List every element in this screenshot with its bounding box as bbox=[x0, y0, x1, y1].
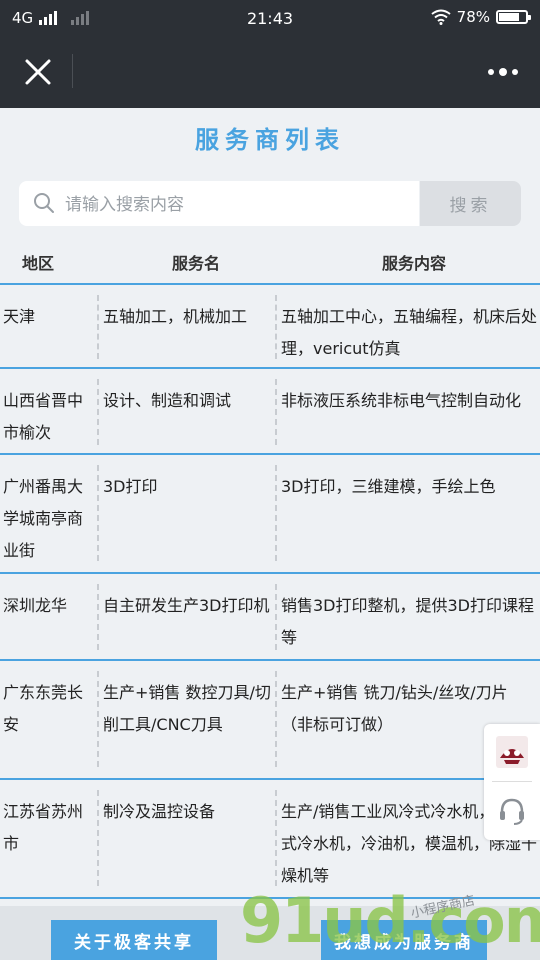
search-button[interactable]: 搜索 bbox=[420, 181, 521, 226]
table-row[interactable]: 广州番禺大学城南亭商业街 3D打印 3D打印，三维建模，手绘上色 bbox=[0, 455, 540, 574]
nav-bar bbox=[0, 36, 540, 108]
battery-icon bbox=[496, 10, 531, 24]
row-region: 广州番禺大学城南亭商业街 bbox=[3, 477, 84, 560]
row-region: 天津 bbox=[3, 307, 36, 326]
battery-fill bbox=[499, 13, 519, 21]
row-region: 山西省晋中市榆次 bbox=[3, 391, 84, 442]
headset-icon[interactable] bbox=[496, 794, 528, 826]
about-button[interactable]: 关于极客共享 bbox=[51, 920, 217, 960]
row-divider bbox=[0, 897, 540, 899]
row-content: 3D打印，三维建模，手绘上色 bbox=[281, 477, 496, 496]
search-input[interactable] bbox=[63, 181, 417, 228]
table-row[interactable]: 广东东莞长安 生产+销售 数控刀具/切削工具/CNC刀具 生产+销售 铣刀/钻头… bbox=[0, 661, 540, 780]
row-content: 销售3D打印整机，提供3D打印课程等 bbox=[281, 596, 535, 647]
nav-divider bbox=[72, 54, 73, 88]
table-header: 地区 服务名 服务内容 bbox=[0, 250, 540, 276]
header-region: 地区 bbox=[22, 254, 55, 273]
row-service: 五轴加工，机械加工 bbox=[103, 307, 248, 326]
close-icon[interactable] bbox=[20, 54, 56, 90]
search-icon bbox=[34, 193, 54, 213]
table-row[interactable]: 深圳龙华 自主研发生产3D打印机 销售3D打印整机，提供3D打印课程等 bbox=[0, 574, 540, 661]
more-dots-icon[interactable] bbox=[486, 60, 520, 84]
row-service: 生产+销售 数控刀具/切削工具/CNC刀具 bbox=[103, 683, 271, 734]
floating-side-panel bbox=[484, 724, 540, 840]
row-service: 自主研发生产3D打印机 bbox=[103, 596, 270, 615]
table-row[interactable]: 山西省晋中市榆次 设计、制造和调试 非标液压系统非标电气控制自动化 bbox=[0, 369, 540, 455]
wifi-icon bbox=[431, 9, 451, 25]
row-region: 广东东莞长安 bbox=[3, 683, 84, 734]
status-bar: 4G 21:43 78% bbox=[0, 0, 540, 36]
row-service: 设计、制造和调试 bbox=[103, 391, 232, 410]
status-right: 78% bbox=[431, 8, 531, 26]
search-box bbox=[19, 181, 419, 228]
table-row[interactable]: 天津 五轴加工，机械加工 五轴加工中心，五轴编程，机床后处理，vericut仿真 bbox=[0, 285, 540, 369]
row-region: 江苏省苏州市 bbox=[3, 802, 84, 853]
app-logo-icon[interactable] bbox=[496, 736, 528, 768]
battery-percent: 78% bbox=[456, 8, 490, 26]
row-service: 制冷及温控设备 bbox=[103, 802, 216, 821]
side-panel-divider bbox=[492, 781, 532, 782]
row-content: 五轴加工中心，五轴编程，机床后处理，vericut仿真 bbox=[281, 307, 538, 358]
row-service: 3D打印 bbox=[103, 477, 158, 496]
page-title: 服务商列表 bbox=[195, 125, 345, 154]
header-content: 服务内容 bbox=[382, 254, 447, 273]
header-service: 服务名 bbox=[172, 254, 221, 273]
row-content: 非标液压系统非标电气控制自动化 bbox=[281, 391, 522, 410]
become-provider-button[interactable]: 我想成为服务商 bbox=[321, 920, 487, 960]
table-row[interactable]: 江苏省苏州市 制冷及温控设备 生产/销售工业风冷式冷水机，水冷式冷水机，冷油机，… bbox=[0, 780, 540, 899]
row-region: 深圳龙华 bbox=[3, 596, 68, 615]
